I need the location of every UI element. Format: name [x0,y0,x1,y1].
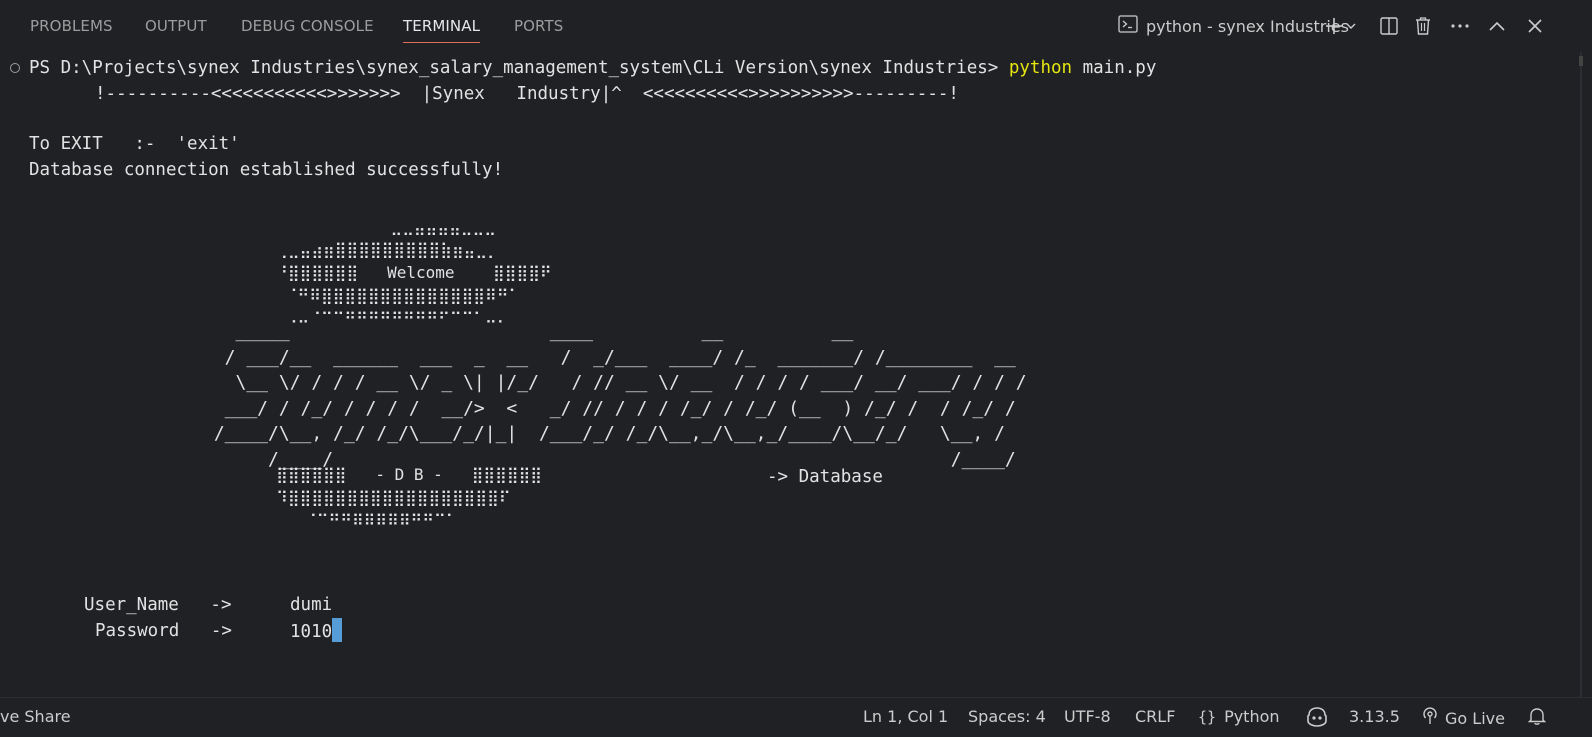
ascii-art-db-bottom: ⣿⣿⣿⣿⣿⣿ - D B - ⣿⣿⣿⣿⣿⣿ ⠹⣿⣿⣿⣿⣿⣿⣿⣿⣿⣿⣿⣿⣿⣿⣿⣿⣿… [276,465,543,530]
go-live-button[interactable]: Go Live [1421,707,1505,729]
file-encoding[interactable]: UTF-8 [1064,707,1111,726]
terminal-powershell-icon [1118,15,1138,37]
terminal-prompt-line: PS D:\Projects\synex Industries\synex_sa… [29,55,1156,81]
ascii-art-welcome-top: ⠀⠀⠀⠀⣀⣀⣤⣤⣤⣤⣀⣀⣀ ⢀⣀⣤⣴⣶⣿⣿⣿⣿⣿⣿⣿⣿⣿⣷⣶⣤⣀⡀ ⠘⣿⣿⣿⣿⣿… [276,217,552,328]
kill-terminal-trash-icon[interactable] [1410,13,1436,39]
banner-line: !----------<<<<<<<<<<<>>>>>>> |Synex Ind… [95,84,959,104]
username-value: dumi [290,595,333,615]
scrollbar-thumb[interactable] [1579,56,1583,66]
live-share-status[interactable]: ve Share [0,707,71,726]
broadcast-icon [1421,707,1439,729]
tab-ports[interactable]: PORTS [514,17,563,35]
more-actions-ellipsis-icon[interactable] [1447,13,1473,39]
language-mode[interactable]: {} Python [1198,707,1280,726]
end-of-line[interactable]: CRLF [1135,707,1175,726]
terminal-output[interactable]: PS D:\Projects\synex Industries\synex_sa… [0,52,1570,697]
tab-debug-console[interactable]: DEBUG CONSOLE [241,17,374,35]
copilot-icon[interactable] [1305,706,1329,732]
close-panel-icon[interactable] [1522,13,1548,39]
tab-output[interactable]: OUTPUT [145,17,207,35]
ascii-art-synex-logo: _____ ____ __ __ / ___/__ ______ ___ _ _… [213,321,1027,470]
username-label: User_Name -> [84,595,232,615]
maximize-panel-chevron-up-icon[interactable] [1484,13,1510,39]
terminal-cursor [332,618,343,642]
command-args: main.py [1072,58,1157,78]
language-label: Python [1224,707,1280,726]
command-decoration-circle-icon[interactable] [10,63,20,73]
notifications-bell-icon[interactable] [1527,706,1547,730]
password-label: Password -> [95,621,232,641]
command-name: python [1008,58,1073,78]
scrollbar-track-line [1580,52,1582,697]
cursor-position[interactable]: Ln 1, Col 1 [863,707,948,726]
prompt-path: PS D:\Projects\synex Industries\synex_sa… [29,58,1009,78]
terminal-selector[interactable]: python - synex Industries [1118,14,1349,38]
braces-icon: {} [1198,707,1217,726]
terminal-scrollbar[interactable] [1572,52,1592,697]
split-terminal-icon[interactable] [1376,13,1402,39]
database-arrow-label: -> Database [767,467,883,487]
tab-problems[interactable]: PROBLEMS [30,17,113,35]
python-version[interactable]: 3.13.5 [1349,707,1400,726]
launch-profile-chevron-down-icon[interactable] [1344,13,1358,39]
db-connection-message: Database connection established successf… [29,160,504,180]
panel-tab-bar: PROBLEMS OUTPUT DEBUG CONSOLE TERMINAL P… [0,0,1592,52]
exit-hint: To EXIT :- 'exit' [29,134,240,154]
indentation-spaces[interactable]: Spaces: 4 [968,707,1046,726]
status-bar: ve Share Ln 1, Col 1 Spaces: 4 UTF-8 CRL… [0,697,1592,737]
password-input-line[interactable]: 1010 [290,618,343,644]
terminal-name: python - synex Industries [1146,16,1349,36]
tab-terminal[interactable]: TERMINAL [403,17,481,43]
go-live-label: Go Live [1445,708,1505,728]
password-value: 1010 [290,622,333,642]
